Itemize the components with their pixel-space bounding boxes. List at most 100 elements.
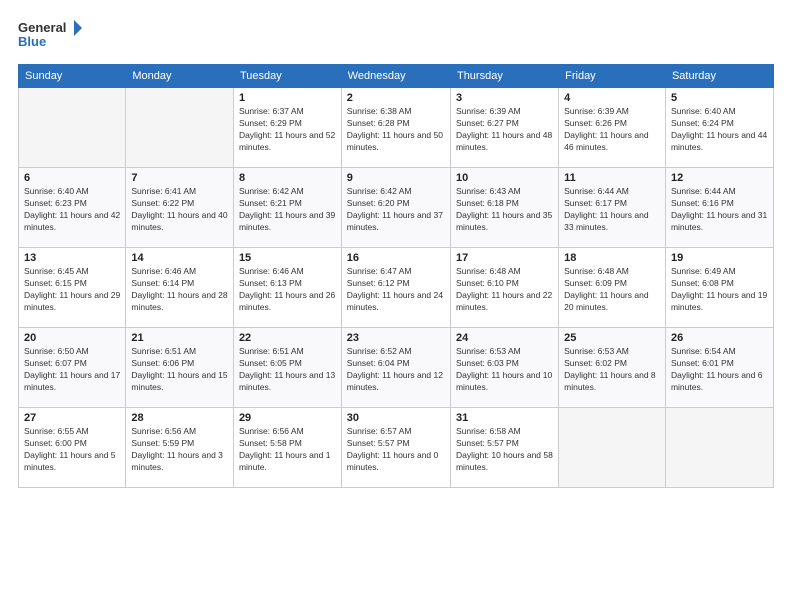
day-cell: 29 Sunrise: 6:56 AMSunset: 5:58 PMDayligh…	[233, 408, 341, 488]
weekday-header-thursday: Thursday	[450, 65, 558, 88]
day-number: 24	[456, 332, 553, 344]
weekday-header-friday: Friday	[559, 65, 666, 88]
day-number: 21	[131, 332, 228, 344]
day-info: Sunrise: 6:38 AMSunset: 6:28 PMDaylight:…	[347, 106, 445, 154]
day-number: 18	[564, 252, 660, 264]
day-cell: 19 Sunrise: 6:49 AMSunset: 6:08 PMDayligh…	[665, 248, 773, 328]
day-cell: 14 Sunrise: 6:46 AMSunset: 6:14 PMDayligh…	[126, 248, 234, 328]
day-number: 3	[456, 92, 553, 104]
day-info: Sunrise: 6:55 AMSunset: 6:00 PMDaylight:…	[24, 426, 120, 474]
day-number: 9	[347, 172, 445, 184]
day-cell: 30 Sunrise: 6:57 AMSunset: 5:57 PMDayligh…	[341, 408, 450, 488]
general-blue-logo-icon: General Blue	[18, 16, 88, 54]
day-number: 19	[671, 252, 768, 264]
day-number: 8	[239, 172, 336, 184]
day-number: 17	[456, 252, 553, 264]
day-cell: 6Sunrise: 6:40 AMSunset: 6:23 PMDaylight…	[19, 168, 126, 248]
day-number: 4	[564, 92, 660, 104]
day-info: Sunrise: 6:52 AMSunset: 6:04 PMDaylight:…	[347, 346, 445, 394]
day-number: 5	[671, 92, 768, 104]
day-info: Sunrise: 6:44 AMSunset: 6:17 PMDaylight:…	[564, 186, 660, 234]
day-cell: 23 Sunrise: 6:52 AMSunset: 6:04 PMDayligh…	[341, 328, 450, 408]
day-info: Sunrise: 6:43 AMSunset: 6:18 PMDaylight:…	[456, 186, 553, 234]
day-info: Sunrise: 6:48 AMSunset: 6:10 PMDaylight:…	[456, 266, 553, 314]
week-row-1: 1 Sunrise: 6:37 AMSunset: 6:29 PMDaylight…	[19, 88, 774, 168]
day-number: 28	[131, 412, 228, 424]
header: General Blue	[18, 16, 774, 54]
day-cell: 20 Sunrise: 6:50 AMSunset: 6:07 PMDayligh…	[19, 328, 126, 408]
day-info: Sunrise: 6:47 AMSunset: 6:12 PMDaylight:…	[347, 266, 445, 314]
day-cell: 5Sunrise: 6:40 AMSunset: 6:24 PMDaylight…	[665, 88, 773, 168]
day-number: 14	[131, 252, 228, 264]
day-info: Sunrise: 6:51 AMSunset: 6:06 PMDaylight:…	[131, 346, 228, 394]
day-cell: 28 Sunrise: 6:56 AMSunset: 5:59 PMDayligh…	[126, 408, 234, 488]
day-number: 30	[347, 412, 445, 424]
day-cell: 26 Sunrise: 6:54 AMSunset: 6:01 PMDayligh…	[665, 328, 773, 408]
day-info: Sunrise: 6:56 AMSunset: 5:59 PMDaylight:…	[131, 426, 228, 474]
day-number: 29	[239, 412, 336, 424]
day-info: Sunrise: 6:41 AMSunset: 6:22 PMDaylight:…	[131, 186, 228, 234]
weekday-header-sunday: Sunday	[19, 65, 126, 88]
day-cell: 15 Sunrise: 6:46 AMSunset: 6:13 PMDayligh…	[233, 248, 341, 328]
day-info: Sunrise: 6:48 AMSunset: 6:09 PMDaylight:…	[564, 266, 660, 314]
weekday-header-monday: Monday	[126, 65, 234, 88]
calendar-table: SundayMondayTuesdayWednesdayThursdayFrid…	[18, 64, 774, 488]
weekday-header-saturday: Saturday	[665, 65, 773, 88]
day-info: Sunrise: 6:40 AMSunset: 6:23 PMDaylight:…	[24, 186, 120, 234]
day-cell	[126, 88, 234, 168]
day-number: 15	[239, 252, 336, 264]
day-number: 31	[456, 412, 553, 424]
svg-text:Blue: Blue	[18, 34, 46, 49]
day-info: Sunrise: 6:53 AMSunset: 6:02 PMDaylight:…	[564, 346, 660, 394]
day-cell: 31 Sunrise: 6:58 AMSunset: 5:57 PMDayligh…	[450, 408, 558, 488]
day-info: Sunrise: 6:53 AMSunset: 6:03 PMDaylight:…	[456, 346, 553, 394]
day-number: 16	[347, 252, 445, 264]
week-row-3: 13Sunrise: 6:45 AMSunset: 6:15 PMDayligh…	[19, 248, 774, 328]
day-info: Sunrise: 6:56 AMSunset: 5:58 PMDaylight:…	[239, 426, 336, 474]
day-number: 27	[24, 412, 120, 424]
day-info: Sunrise: 6:39 AMSunset: 6:26 PMDaylight:…	[564, 106, 660, 154]
day-number: 20	[24, 332, 120, 344]
page: General Blue SundayMondayTuesdayWednesda…	[0, 0, 792, 612]
day-info: Sunrise: 6:58 AMSunset: 5:57 PMDaylight:…	[456, 426, 553, 474]
day-number: 7	[131, 172, 228, 184]
day-cell: 2Sunrise: 6:38 AMSunset: 6:28 PMDaylight…	[341, 88, 450, 168]
day-number: 22	[239, 332, 336, 344]
day-cell: 16 Sunrise: 6:47 AMSunset: 6:12 PMDayligh…	[341, 248, 450, 328]
day-cell: 27 Sunrise: 6:55 AMSunset: 6:00 PMDayligh…	[19, 408, 126, 488]
day-cell: 9Sunrise: 6:42 AMSunset: 6:20 PMDaylight…	[341, 168, 450, 248]
day-cell: 25 Sunrise: 6:53 AMSunset: 6:02 PMDayligh…	[559, 328, 666, 408]
day-info: Sunrise: 6:49 AMSunset: 6:08 PMDaylight:…	[671, 266, 768, 314]
day-info: Sunrise: 6:57 AMSunset: 5:57 PMDaylight:…	[347, 426, 445, 474]
day-info: Sunrise: 6:39 AMSunset: 6:27 PMDaylight:…	[456, 106, 553, 154]
day-info: Sunrise: 6:42 AMSunset: 6:21 PMDaylight:…	[239, 186, 336, 234]
day-cell: 17 Sunrise: 6:48 AMSunset: 6:10 PMDayligh…	[450, 248, 558, 328]
day-number: 10	[456, 172, 553, 184]
day-info: Sunrise: 6:45 AMSunset: 6:15 PMDaylight:…	[24, 266, 120, 314]
day-number: 25	[564, 332, 660, 344]
day-number: 12	[671, 172, 768, 184]
day-cell: 12 Sunrise: 6:44 AMSunset: 6:16 PMDayligh…	[665, 168, 773, 248]
logo: General Blue	[18, 16, 88, 54]
week-row-5: 27 Sunrise: 6:55 AMSunset: 6:00 PMDayligh…	[19, 408, 774, 488]
day-info: Sunrise: 6:46 AMSunset: 6:14 PMDaylight:…	[131, 266, 228, 314]
day-info: Sunrise: 6:50 AMSunset: 6:07 PMDaylight:…	[24, 346, 120, 394]
day-info: Sunrise: 6:46 AMSunset: 6:13 PMDaylight:…	[239, 266, 336, 314]
week-row-2: 6Sunrise: 6:40 AMSunset: 6:23 PMDaylight…	[19, 168, 774, 248]
day-info: Sunrise: 6:44 AMSunset: 6:16 PMDaylight:…	[671, 186, 768, 234]
day-number: 1	[239, 92, 336, 104]
weekday-header-wednesday: Wednesday	[341, 65, 450, 88]
day-cell	[19, 88, 126, 168]
day-number: 26	[671, 332, 768, 344]
day-info: Sunrise: 6:51 AMSunset: 6:05 PMDaylight:…	[239, 346, 336, 394]
week-row-4: 20 Sunrise: 6:50 AMSunset: 6:07 PMDayligh…	[19, 328, 774, 408]
day-cell: 4 Sunrise: 6:39 AMSunset: 6:26 PMDaylight…	[559, 88, 666, 168]
day-info: Sunrise: 6:54 AMSunset: 6:01 PMDaylight:…	[671, 346, 768, 394]
weekday-header-tuesday: Tuesday	[233, 65, 341, 88]
day-number: 23	[347, 332, 445, 344]
day-info: Sunrise: 6:37 AMSunset: 6:29 PMDaylight:…	[239, 106, 336, 154]
day-cell	[665, 408, 773, 488]
day-cell: 22 Sunrise: 6:51 AMSunset: 6:05 PMDayligh…	[233, 328, 341, 408]
day-number: 11	[564, 172, 660, 184]
day-cell: 1 Sunrise: 6:37 AMSunset: 6:29 PMDaylight…	[233, 88, 341, 168]
